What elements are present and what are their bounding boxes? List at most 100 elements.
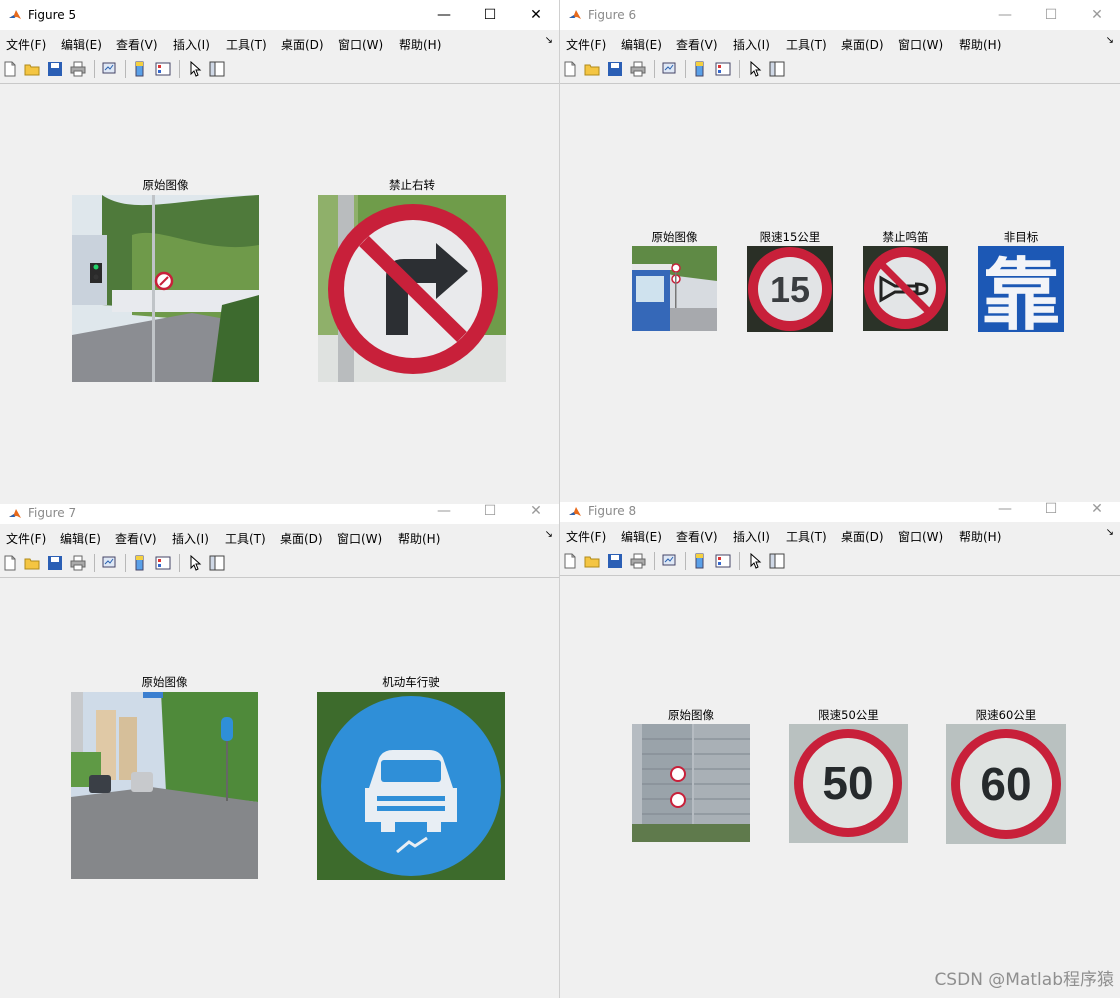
- menu-desktop[interactable]: 桌面(D): [841, 528, 884, 545]
- insert-legend-icon[interactable]: [155, 61, 171, 77]
- maximize-button[interactable]: ☐: [467, 0, 513, 30]
- maximize-button[interactable]: ☐: [1028, 0, 1074, 30]
- menu-overflow-icon[interactable]: ↘: [545, 529, 553, 540]
- edit-plot-arrow-icon[interactable]: [187, 61, 203, 77]
- open-file-icon[interactable]: [24, 61, 40, 77]
- toolbar-separator: [94, 554, 95, 572]
- edit-plot-arrow-icon[interactable]: [747, 553, 763, 569]
- menu-view[interactable]: 查看(V): [115, 530, 157, 547]
- menu-window[interactable]: 窗口(W): [898, 36, 943, 53]
- menu-help[interactable]: 帮助(H): [398, 530, 440, 547]
- menu-insert[interactable]: 插入(I): [733, 528, 770, 545]
- original-building-photo: [632, 724, 750, 842]
- insert-colorbar-icon[interactable]: [132, 61, 148, 77]
- menu-insert[interactable]: 插入(I): [173, 36, 210, 53]
- open-file-icon[interactable]: [584, 61, 600, 77]
- menu-overflow-icon[interactable]: ↘: [1106, 35, 1114, 46]
- print-icon[interactable]: [630, 553, 646, 569]
- minimize-button[interactable]: —: [982, 0, 1028, 30]
- insert-colorbar-icon[interactable]: [132, 555, 148, 571]
- title-bar[interactable]: Figure 5 — ☐ ✕: [0, 0, 559, 30]
- figure-6-window[interactable]: Figure 6 — ☐ ✕ 文件(F) 编辑(E) 查看(V) 插入(I) 工…: [560, 0, 1120, 506]
- window-title: Figure 7: [28, 506, 77, 520]
- title-bar[interactable]: Figure 6 — ☐ ✕: [560, 0, 1120, 30]
- property-inspector-icon[interactable]: [769, 61, 785, 77]
- link-plot-icon[interactable]: [661, 61, 677, 77]
- open-file-icon[interactable]: [584, 553, 600, 569]
- speed-60-digits: 60: [980, 758, 1031, 810]
- print-icon[interactable]: [70, 555, 86, 571]
- edit-plot-arrow-icon[interactable]: [747, 61, 763, 77]
- new-figure-icon[interactable]: [2, 555, 18, 571]
- insert-legend-icon[interactable]: [715, 61, 731, 77]
- kao-character: 靠: [982, 251, 1060, 332]
- menu-edit[interactable]: 编辑(E): [60, 530, 101, 547]
- menu-tools[interactable]: 工具(T): [225, 530, 266, 547]
- menu-overflow-icon[interactable]: ↘: [545, 35, 553, 46]
- menu-tools[interactable]: 工具(T): [786, 528, 827, 545]
- save-icon[interactable]: [607, 553, 623, 569]
- image-title-no-horn: 禁止鸣笛: [882, 230, 929, 244]
- print-icon[interactable]: [630, 61, 646, 77]
- menu-help[interactable]: 帮助(H): [959, 528, 1001, 545]
- save-icon[interactable]: [607, 61, 623, 77]
- toolbar-separator: [739, 60, 740, 78]
- non-target-image: 靠: [978, 246, 1064, 332]
- menu-file[interactable]: 文件(F): [566, 36, 606, 53]
- close-button[interactable]: ✕: [513, 0, 559, 30]
- menu-edit[interactable]: 编辑(E): [61, 36, 102, 53]
- title-bar[interactable]: Figure 7 — ☐ ✕: [0, 504, 559, 524]
- menu-edit[interactable]: 编辑(E): [621, 36, 662, 53]
- link-plot-icon[interactable]: [101, 61, 117, 77]
- menu-insert[interactable]: 插入(I): [733, 36, 770, 53]
- figure-toolbar: [0, 56, 559, 84]
- close-button[interactable]: ✕: [1074, 0, 1120, 30]
- title-bar[interactable]: Figure 8 — ☐ ✕: [560, 502, 1120, 522]
- figure-8-window[interactable]: Figure 8 — ☐ ✕ 文件(F) 编辑(E) 查看(V) 插入(I) 工…: [560, 502, 1120, 998]
- edit-plot-arrow-icon[interactable]: [187, 555, 203, 571]
- menu-view[interactable]: 查看(V): [676, 528, 718, 545]
- menu-file[interactable]: 文件(F): [566, 528, 606, 545]
- menu-file[interactable]: 文件(F): [6, 530, 46, 547]
- property-inspector-icon[interactable]: [209, 555, 225, 571]
- toolbar-separator: [179, 554, 180, 572]
- menu-help[interactable]: 帮助(H): [399, 36, 441, 53]
- property-inspector-icon[interactable]: [769, 553, 785, 569]
- menu-desktop[interactable]: 桌面(D): [280, 530, 323, 547]
- menu-tools[interactable]: 工具(T): [786, 36, 827, 53]
- save-icon[interactable]: [47, 61, 63, 77]
- open-file-icon[interactable]: [24, 555, 40, 571]
- menu-window[interactable]: 窗口(W): [898, 528, 943, 545]
- figure-7-window[interactable]: Figure 7 — ☐ ✕ 文件(F) 编辑(E) 查看(V) 插入(I) 工…: [0, 504, 559, 998]
- menu-window[interactable]: 窗口(W): [337, 530, 382, 547]
- property-inspector-icon[interactable]: [209, 61, 225, 77]
- menu-desktop[interactable]: 桌面(D): [841, 36, 884, 53]
- menu-view[interactable]: 查看(V): [676, 36, 718, 53]
- menu-window[interactable]: 窗口(W): [338, 36, 383, 53]
- insert-colorbar-icon[interactable]: [692, 553, 708, 569]
- menu-tools[interactable]: 工具(T): [226, 36, 267, 53]
- image-title-original: 原始图像: [142, 178, 189, 192]
- insert-legend-icon[interactable]: [715, 553, 731, 569]
- new-figure-icon[interactable]: [562, 61, 578, 77]
- save-icon[interactable]: [47, 555, 63, 571]
- minimize-button[interactable]: —: [421, 0, 467, 30]
- link-plot-icon[interactable]: [101, 555, 117, 571]
- print-icon[interactable]: [70, 61, 86, 77]
- menu-view[interactable]: 查看(V): [116, 36, 158, 53]
- menu-desktop[interactable]: 桌面(D): [281, 36, 324, 53]
- menu-edit[interactable]: 编辑(E): [621, 528, 662, 545]
- menu-insert[interactable]: 插入(I): [172, 530, 209, 547]
- figure-5-window[interactable]: Figure 5 — ☐ ✕ 文件(F) 编辑(E) 查看(V) 插入(I) 工…: [0, 0, 559, 506]
- menu-file[interactable]: 文件(F): [6, 36, 46, 53]
- image-title-sign: 禁止右转: [389, 178, 435, 192]
- menu-overflow-icon[interactable]: ↘: [1106, 527, 1114, 538]
- menu-help[interactable]: 帮助(H): [959, 36, 1001, 53]
- insert-legend-icon[interactable]: [155, 555, 171, 571]
- new-figure-icon[interactable]: [562, 553, 578, 569]
- image-title-motor-vehicle: 机动车行驶: [382, 675, 440, 689]
- new-figure-icon[interactable]: [2, 61, 18, 77]
- insert-colorbar-icon[interactable]: [692, 61, 708, 77]
- link-plot-icon[interactable]: [661, 553, 677, 569]
- image-title-speed50: 限速50公里: [818, 708, 879, 722]
